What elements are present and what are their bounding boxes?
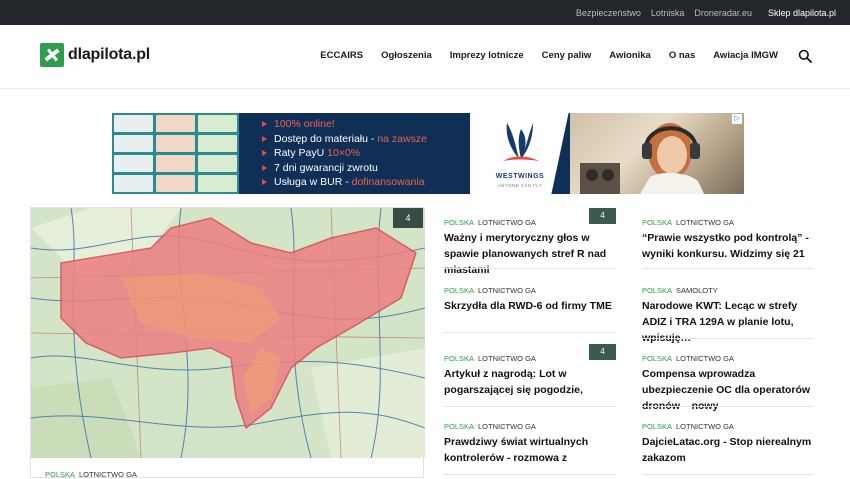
divider: [444, 406, 616, 407]
article-subcategory[interactable]: LOTNICTWO GA: [676, 218, 734, 227]
airspace-map: [31, 208, 425, 458]
pilot-illustration: [580, 123, 704, 194]
ad-thumbnails: [112, 113, 239, 194]
article-title[interactable]: Ważny i merytoryczny głos w spawie plano…: [444, 230, 616, 278]
ad-line-3: Raty PayU 10×0%: [262, 146, 427, 161]
divider: [642, 338, 814, 339]
comment-count-badge: 4: [589, 208, 616, 224]
article-meta: POLSKA LOTNICTWO GA: [642, 348, 734, 366]
article-meta: POLSKA LOTNICTWO GA: [444, 416, 536, 434]
nav-item-eccairs[interactable]: ECCAIRS: [320, 50, 363, 61]
nav-item-ogloszenia[interactable]: Ogłoszenia: [381, 50, 432, 61]
article-category[interactable]: POLSKA: [444, 286, 474, 295]
list-item[interactable]: POLSKA LOTNICTWO GA Skrzydła dla RWD-6 od…: [444, 280, 616, 333]
article-title[interactable]: DajcieLatac.org - Stop nierealnym zakazo…: [642, 434, 814, 466]
top-link-security[interactable]: Bezpieczeństwo: [576, 8, 641, 18]
logo-icon: [40, 43, 64, 67]
ad-line-2: Dostęp do materiału - na zawsze: [262, 132, 427, 147]
top-bar: Bezpieczeństwo Lotniska Droneradar.eu Sk…: [0, 0, 850, 25]
ad-line-4: 7 dni gwarancji zwrotu: [262, 161, 427, 176]
article-title[interactable]: Skrzydła dla RWD-6 od firmy TME: [444, 298, 616, 314]
article-subcategory[interactable]: LOTNICTWO GA: [676, 422, 734, 431]
divider: [642, 268, 814, 269]
divider: [642, 474, 814, 475]
list-item[interactable]: POLSKA LOTNICTWO GA Prawdziwy świat wirtu…: [444, 416, 616, 475]
top-links: Bezpieczeństwo Lotniska Droneradar.eu Sk…: [566, 0, 836, 25]
nav-item-imprezy[interactable]: Imprezy lotnicze: [450, 50, 524, 61]
article-meta: POLSKA LOTNICTWO GA: [642, 416, 734, 434]
divider: [444, 332, 616, 333]
article-meta: POLSKA LOTNICTWO GA: [444, 348, 536, 366]
ad-line-5: Usługa w BUR - dofinansowania: [262, 175, 427, 190]
site-logo[interactable]: dlapilota.pl: [40, 43, 150, 67]
hero-map-image: [31, 208, 425, 458]
article-category[interactable]: POLSKA: [642, 218, 672, 227]
search-icon[interactable]: [798, 49, 812, 63]
top-link-airports[interactable]: Lotniska: [651, 8, 685, 18]
article-meta: POLSKA LOTNICTWO GA: [642, 212, 734, 230]
list-item[interactable]: POLSKA LOTNICTWO GA 4 Artykuł z nagrodą: …: [444, 344, 616, 407]
article-category[interactable]: POLSKA: [444, 218, 474, 227]
ad-pilot-photo: [570, 113, 744, 194]
article-subcategory[interactable]: LOTNICTWO GA: [676, 354, 734, 363]
list-item[interactable]: POLSKA SAMOLOTY Narodowe KWT: Lecąc w str…: [642, 280, 814, 344]
article-category[interactable]: POLSKA: [444, 422, 474, 431]
article-category[interactable]: POLSKA: [642, 354, 672, 363]
divider: [444, 268, 616, 269]
hero-comment-count: 4: [393, 208, 423, 228]
article-title[interactable]: Prawdziwy świat wirtualnych kontrolerów …: [444, 434, 616, 466]
hero-article[interactable]: 4 POLSKA LOTNICTWO GA: [30, 207, 425, 479]
article-subcategory[interactable]: SAMOLOTY: [676, 286, 718, 295]
list-item[interactable]: POLSKA LOTNICTWO GA 4 Ważny i merytoryczn…: [444, 208, 616, 276]
divider: [444, 474, 616, 475]
article-category[interactable]: POLSKA: [642, 286, 672, 295]
ad-banner[interactable]: 100% online! Dostęp do materiału - na za…: [112, 113, 744, 194]
article-title[interactable]: “Prawie wszystko pod kontrolą” - wyniki …: [642, 230, 814, 262]
article-title[interactable]: Artykuł z nagrodą: Lot w pogarszającej s…: [444, 366, 616, 398]
article-subcategory[interactable]: LOTNICTWO GA: [478, 286, 536, 295]
article-category[interactable]: POLSKA: [444, 354, 474, 363]
ad-choices-icon[interactable]: ▷: [732, 114, 742, 124]
article-category[interactable]: POLSKA: [642, 422, 672, 431]
divider: [642, 406, 814, 407]
nav-item-awionika[interactable]: Awionika: [609, 50, 651, 61]
article-subcategory[interactable]: LOTNICTWO GA: [478, 422, 536, 431]
ad-text: 100% online! Dostęp do materiału - na za…: [262, 117, 427, 190]
comment-count-badge: 4: [589, 344, 616, 360]
list-item[interactable]: POLSKA LOTNICTWO GA Compensa wprowadza ub…: [642, 348, 814, 412]
article-meta: POLSKA LOTNICTWO GA: [444, 280, 536, 298]
article-subcategory[interactable]: LOTNICTWO GA: [478, 354, 536, 363]
nav-item-o-nas[interactable]: O nas: [669, 50, 695, 61]
main-nav: ECCAIRS Ogłoszenia Imprezy lotnicze Ceny…: [320, 50, 778, 61]
logo-text: dlapilota.pl: [68, 46, 151, 63]
ad-line-1: 100% online!: [262, 117, 427, 132]
nav-item-awiacja[interactable]: Awiacja IMGW: [713, 50, 778, 61]
article-meta: POLSKA SAMOLOTY: [642, 280, 718, 298]
site-header: dlapilota.pl ECCAIRS Ogłoszenia Imprezy …: [0, 25, 850, 89]
westwings-logo: [503, 123, 539, 161]
nav-item-ceny-paliw[interactable]: Ceny paliw: [542, 50, 592, 61]
top-link-droneradar[interactable]: Droneradar.eu: [694, 8, 752, 18]
list-item[interactable]: POLSKA LOTNICTWO GA DajcieLatac.org - Sto…: [642, 416, 814, 475]
article-subcategory[interactable]: LOTNICTWO GA: [478, 218, 536, 227]
list-item[interactable]: POLSKA LOTNICTWO GA “Prawie wszystko pod …: [642, 212, 814, 269]
top-link-shop[interactable]: Sklep dlapilota.pl: [768, 8, 836, 18]
article-meta: POLSKA LOTNICTWO GA: [444, 212, 536, 230]
